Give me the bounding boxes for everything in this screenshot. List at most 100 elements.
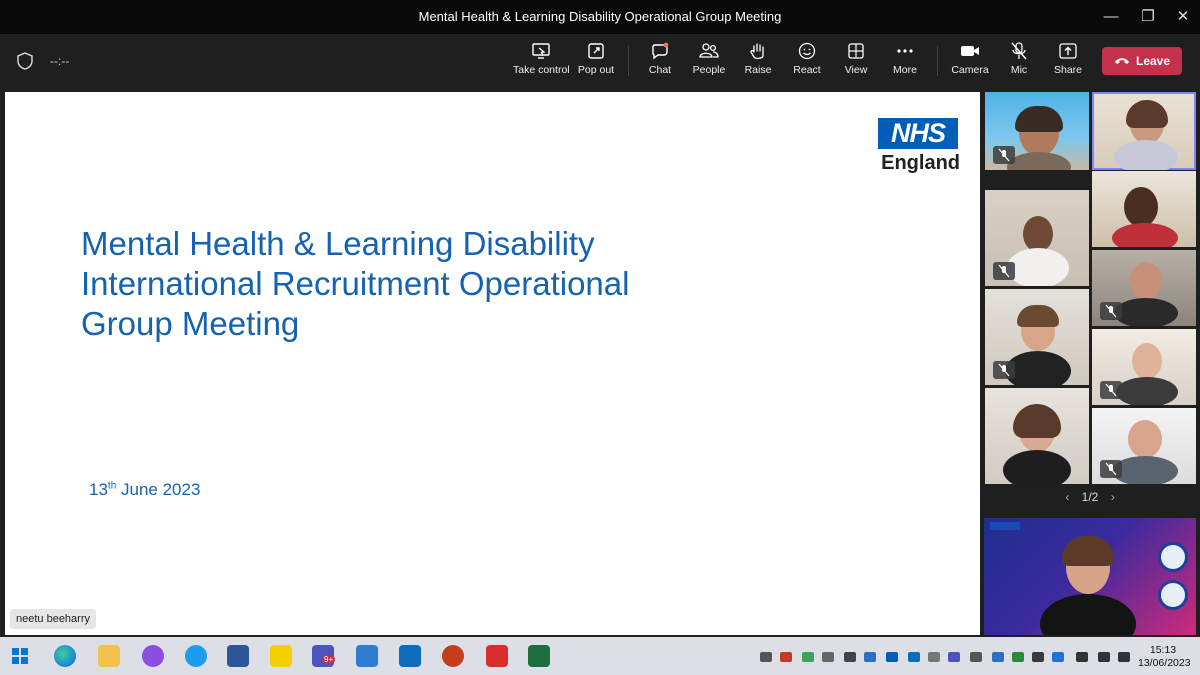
bluetooth-icon[interactable] [1052, 652, 1064, 662]
word-icon[interactable] [227, 645, 249, 667]
participant-tile[interactable] [985, 190, 1089, 286]
participant-video [1062, 536, 1114, 566]
nhs-logo: NHS [878, 118, 958, 149]
hang-up-icon [1114, 58, 1129, 64]
participant-video [1112, 223, 1178, 247]
pager-prev-button[interactable]: ‹ [1056, 490, 1078, 504]
slide-title-line: Group Meeting [81, 305, 300, 342]
mic-button[interactable]: Mic [991, 42, 1047, 84]
minimize-button[interactable]: — [1100, 6, 1122, 28]
view-button[interactable]: View [828, 42, 884, 84]
shield-icon[interactable] [17, 52, 33, 70]
participant-tile[interactable] [1092, 329, 1196, 405]
participant-tile[interactable] [1092, 171, 1196, 247]
close-button[interactable]: ✕ [1172, 6, 1194, 28]
tray-app-icon[interactable] [844, 652, 856, 662]
slide-title-line: International Recruitment Operational [81, 265, 630, 302]
slide-date: 13th June 2023 [89, 480, 200, 500]
date-rest: June 2023 [116, 480, 201, 499]
more-button[interactable]: More [877, 42, 933, 84]
presenter-background-banner [990, 522, 1020, 530]
award-badge-icon [1158, 580, 1188, 610]
system-clock[interactable]: 15:13 13/06/2023 [1138, 644, 1191, 670]
powerpoint-icon[interactable] [442, 645, 464, 667]
maximize-button[interactable]: ❐ [1137, 6, 1159, 28]
participant-video [1128, 420, 1162, 458]
windows-taskbar: 9+ 15:13 13/06/2023 [0, 637, 1200, 675]
chat-label: Chat [648, 64, 672, 76]
acrobat-icon[interactable] [486, 645, 508, 667]
share-icon [1059, 43, 1077, 59]
muted-mic-badge [993, 361, 1015, 379]
leave-button[interactable]: Leave [1102, 47, 1182, 75]
participant-video [1003, 450, 1071, 484]
wifi-icon[interactable] [1098, 652, 1110, 662]
date-day: 13 [89, 480, 108, 499]
teams-icon[interactable]: 9+ [312, 645, 336, 667]
participant-video [1013, 404, 1061, 438]
tray-app-icon[interactable] [802, 652, 814, 662]
mic-muted-icon [1105, 304, 1117, 318]
outlook-tray-icon[interactable] [908, 652, 920, 662]
volume-icon[interactable] [1118, 652, 1130, 662]
app-icon[interactable] [142, 645, 164, 667]
nhs-logo-subtitle: England [881, 152, 960, 174]
outlook-icon[interactable] [399, 645, 421, 667]
photos-icon[interactable] [356, 645, 378, 667]
camera-button[interactable]: Camera [942, 42, 998, 84]
award-badge-icon [1158, 542, 1188, 572]
participant-video [1130, 262, 1162, 300]
gallery-pager: ‹ 1/2 › [980, 490, 1200, 512]
raise-hand-button[interactable]: Raise [730, 42, 786, 84]
tray-app-icon[interactable] [780, 652, 792, 662]
participant-tile[interactable] [985, 289, 1089, 385]
printer-icon[interactable] [760, 652, 772, 662]
tray-app-icon[interactable] [822, 652, 834, 662]
participant-tile-active-speaker[interactable] [1092, 92, 1196, 170]
windows-start-icon[interactable] [12, 648, 28, 664]
nhs-tray-icon[interactable] [886, 652, 898, 662]
muted-mic-badge [1100, 381, 1122, 399]
people-label: People [692, 64, 726, 76]
pop-out-button[interactable]: Pop out [568, 42, 624, 84]
participant-tile[interactable] [985, 92, 1089, 170]
participant-tile[interactable] [1092, 250, 1196, 326]
presenter-video-tile[interactable] [984, 518, 1196, 635]
raise-label: Raise [744, 64, 772, 76]
people-button[interactable]: People [681, 42, 737, 84]
meeting-timer: --:-- [50, 54, 70, 68]
participant-video [1017, 305, 1059, 327]
presenter-name-tag: neetu beeharry [10, 609, 96, 629]
chat-button[interactable]: Chat [632, 42, 688, 84]
pager-indicator: 1/2 [1081, 490, 1099, 504]
file-explorer-icon[interactable] [98, 645, 120, 667]
muted-mic-badge [1100, 302, 1122, 320]
battery-icon[interactable] [1076, 652, 1088, 662]
security-tray-icon[interactable] [1012, 652, 1024, 662]
tray-app-icon[interactable] [864, 652, 876, 662]
toolbar-divider [628, 46, 629, 76]
share-label: Share [1053, 64, 1083, 76]
clock-date: 13/06/2023 [1138, 657, 1191, 669]
grid-view-icon [848, 43, 864, 59]
tray-app-icon[interactable] [1032, 652, 1044, 662]
pager-next-button[interactable]: › [1102, 490, 1124, 504]
mic-muted-icon [1011, 42, 1027, 60]
tray-app-icon[interactable] [970, 652, 982, 662]
participant-tile[interactable] [985, 388, 1089, 484]
sticky-notes-icon[interactable] [270, 645, 292, 667]
tray-app-icon[interactable] [928, 652, 940, 662]
teams-tray-icon[interactable] [948, 652, 960, 662]
share-button[interactable]: Share [1040, 42, 1096, 84]
twitter-icon[interactable] [185, 645, 207, 667]
participant-tile[interactable] [1092, 408, 1196, 484]
react-button[interactable]: React [779, 42, 835, 84]
muted-mic-badge [993, 146, 1015, 164]
take-control-button[interactable]: Take control [513, 42, 570, 84]
tray-app-icon[interactable] [992, 652, 1004, 662]
chat-icon [652, 42, 669, 60]
meeting-toolbar: --:-- Take control Pop out Chat People R… [0, 34, 1200, 90]
edge-browser-icon[interactable] [54, 645, 76, 667]
excel-icon[interactable] [528, 645, 550, 667]
participant-video [1007, 152, 1071, 170]
